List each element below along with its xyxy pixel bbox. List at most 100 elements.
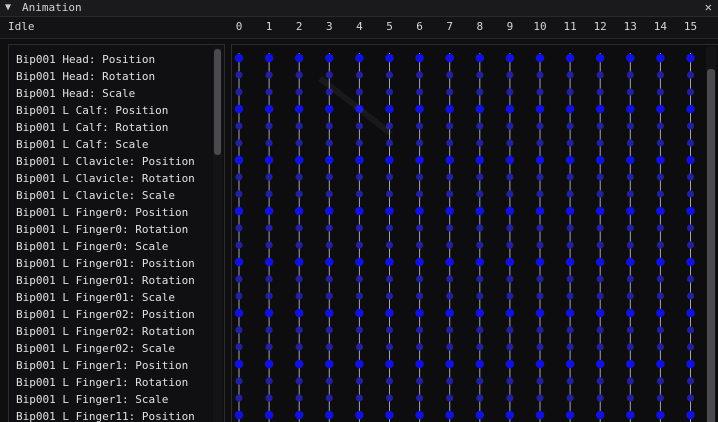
- keyframe-dot[interactable]: [536, 343, 544, 351]
- keyframe-dot[interactable]: [294, 155, 304, 165]
- keyframe-dot[interactable]: [565, 155, 575, 165]
- keyframe-dot[interactable]: [385, 155, 394, 165]
- keyframe-dot[interactable]: [416, 122, 424, 130]
- keyframe-dot[interactable]: [355, 173, 363, 181]
- keyframe-dot[interactable]: [476, 275, 484, 283]
- keyframe-dot[interactable]: [325, 122, 333, 130]
- keyframe-dot[interactable]: [505, 257, 515, 267]
- keyframe-dot[interactable]: [235, 173, 243, 181]
- keyframe-dot[interactable]: [446, 292, 454, 300]
- keyframe-dot[interactable]: [295, 275, 303, 283]
- keyframe-dot[interactable]: [355, 326, 363, 334]
- keyframe-dot[interactable]: [686, 190, 695, 198]
- keyframe-dot[interactable]: [596, 326, 604, 334]
- track-item[interactable]: Bip001 L Calf: Rotation: [16, 119, 168, 136]
- keyframe-dot[interactable]: [565, 308, 575, 318]
- keyframe-dot[interactable]: [295, 326, 303, 334]
- keyframe-dot[interactable]: [415, 308, 424, 318]
- track-item[interactable]: Bip001 L Finger11: Position: [16, 408, 195, 422]
- keyframe-dot[interactable]: [294, 206, 304, 216]
- keyframe-dot[interactable]: [416, 326, 424, 334]
- keyframe-dot[interactable]: [355, 206, 364, 216]
- keyframe-dot[interactable]: [596, 71, 604, 79]
- keyframe-dot[interactable]: [535, 155, 545, 165]
- keyframe-dot[interactable]: [656, 275, 664, 283]
- keyframe-dot[interactable]: [295, 343, 303, 351]
- keyframe-dot[interactable]: [656, 122, 664, 130]
- keyframe-dot[interactable]: [536, 275, 544, 283]
- keyframe-dot[interactable]: [506, 88, 514, 96]
- keyframe-dot[interactable]: [446, 377, 454, 385]
- keyframe-dot[interactable]: [295, 394, 303, 402]
- keyframe-dot[interactable]: [535, 104, 545, 114]
- track-item[interactable]: Bip001 Head: Position: [16, 51, 155, 68]
- keyframe-dot[interactable]: [566, 173, 574, 181]
- keyframe-dot[interactable]: [566, 190, 574, 198]
- frame-number[interactable]: 0: [227, 20, 251, 33]
- keyframe-dot[interactable]: [415, 155, 424, 165]
- keyframe-dot[interactable]: [325, 308, 334, 318]
- frame-number[interactable]: 11: [558, 20, 582, 33]
- keyframe-dot[interactable]: [355, 88, 363, 96]
- keyframe-dot[interactable]: [686, 359, 695, 369]
- keyframe-dot[interactable]: [626, 71, 634, 79]
- keyframe-dot[interactable]: [385, 377, 394, 385]
- keyframe-dot[interactable]: [264, 257, 274, 267]
- keyframe-dot[interactable]: [475, 53, 485, 63]
- keyframe-dot[interactable]: [325, 224, 333, 232]
- keyframe-dot[interactable]: [295, 173, 303, 181]
- keyframe-dot[interactable]: [355, 155, 364, 165]
- keyframe-dot[interactable]: [686, 122, 695, 130]
- keyframe-dot[interactable]: [475, 155, 485, 165]
- keyframe-dot[interactable]: [446, 122, 454, 130]
- keyframe-dot[interactable]: [234, 410, 244, 420]
- keyframe-dot[interactable]: [325, 257, 334, 267]
- keyframe-dot[interactable]: [264, 206, 274, 216]
- keyframe-dot[interactable]: [416, 377, 424, 385]
- keyframe-dot[interactable]: [536, 326, 544, 334]
- keyframe-dot[interactable]: [505, 104, 515, 114]
- keyframe-dot[interactable]: [476, 394, 484, 402]
- keyframe-dot[interactable]: [656, 410, 665, 420]
- keyframe-dot[interactable]: [686, 104, 695, 114]
- keyframe-dot[interactable]: [626, 343, 634, 351]
- keyframe-dot[interactable]: [325, 377, 333, 385]
- keyframe-dot[interactable]: [506, 326, 514, 334]
- keyframe-dot[interactable]: [235, 71, 243, 79]
- keyframe-dot[interactable]: [415, 53, 424, 63]
- track-item[interactable]: Bip001 L Finger0: Scale: [16, 238, 168, 255]
- keyframe-dot[interactable]: [656, 173, 664, 181]
- frame-number[interactable]: 9: [498, 20, 522, 33]
- keyframe-dot[interactable]: [656, 206, 665, 216]
- keyframe-dot[interactable]: [566, 71, 574, 79]
- keyframe-dot[interactable]: [385, 275, 394, 283]
- keyframe-dot[interactable]: [235, 377, 243, 385]
- keyframe-dot[interactable]: [626, 155, 635, 165]
- keyframe-dot[interactable]: [476, 241, 484, 249]
- keyframe-dot[interactable]: [686, 88, 695, 96]
- keyframe-dot[interactable]: [295, 224, 303, 232]
- track-item[interactable]: Bip001 L Finger1: Position: [16, 357, 188, 374]
- keyframe-dot[interactable]: [626, 122, 634, 130]
- keyframe-dot[interactable]: [536, 71, 544, 79]
- keyframe-dot[interactable]: [475, 359, 485, 369]
- keyframe-dot[interactable]: [656, 71, 664, 79]
- keyframe-dot[interactable]: [355, 190, 363, 198]
- keyframe-dot[interactable]: [325, 190, 333, 198]
- keyframe-dot[interactable]: [385, 139, 394, 147]
- keyframe-dot[interactable]: [265, 275, 273, 283]
- keyframe-dot[interactable]: [385, 257, 394, 267]
- keyframe-dot[interactable]: [596, 173, 604, 181]
- keyframe-dot[interactable]: [446, 139, 454, 147]
- keyframe-dot[interactable]: [295, 241, 303, 249]
- keyframe-dot[interactable]: [385, 224, 394, 232]
- keyframe-dot[interactable]: [535, 410, 545, 420]
- keyframe-dot[interactable]: [416, 173, 424, 181]
- keyframe-dot[interactable]: [446, 190, 454, 198]
- keyframe-dot[interactable]: [536, 241, 544, 249]
- keyframe-dot[interactable]: [656, 394, 664, 402]
- keyframe-dot[interactable]: [325, 155, 334, 165]
- keyframe-dot[interactable]: [505, 410, 515, 420]
- keyframe-dot[interactable]: [596, 377, 604, 385]
- keyframe-dot[interactable]: [385, 206, 394, 216]
